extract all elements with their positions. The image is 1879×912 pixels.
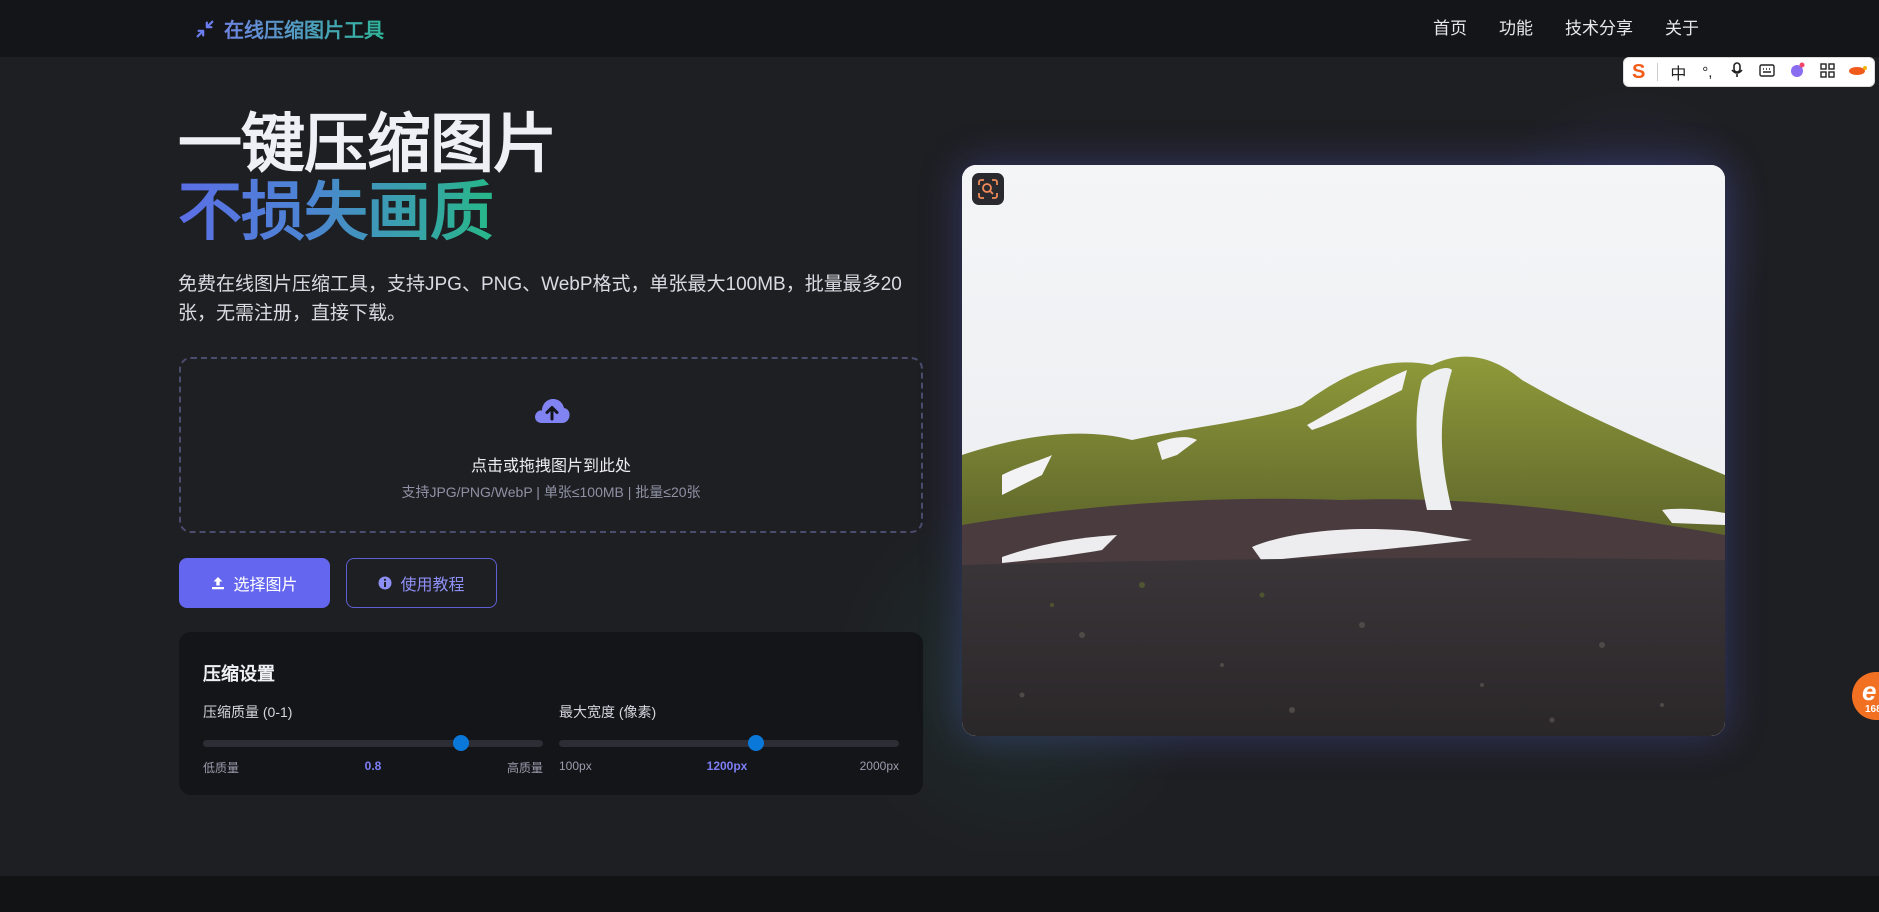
nav-about[interactable]: 关于 (1665, 14, 1699, 39)
hero-description: 免费在线图片压缩工具，支持JPG、PNG、WebP格式，单张最大100MB，批量… (178, 274, 902, 324)
main-nav: 首页 功能 技术分享 关于 (1433, 14, 1699, 39)
compression-settings: 压缩设置 压缩质量 (0-1) 低质量 0.8 高质量 最大宽度 (像素) 10… (179, 632, 923, 795)
badge-number: 168 (1865, 704, 1879, 715)
more-icon[interactable] (1848, 64, 1867, 81)
keyboard-icon[interactable] (1758, 63, 1776, 81)
quality-slider-thumb[interactable] (453, 735, 470, 751)
compress-icon (196, 20, 214, 37)
brand-title: 在线压缩图片工具 (224, 20, 384, 42)
side-floating-badge[interactable]: e 168 (1852, 672, 1879, 720)
badge-logo-icon: e (1862, 676, 1877, 706)
upload-hint: 支持JPG/PNG/WebP | 单张≤100MB | 批量≤20张 (401, 484, 701, 500)
hero-title: 一键压缩图片 (178, 108, 557, 180)
quality-setting: 压缩质量 (0-1) 低质量 0.8 高质量 (203, 702, 543, 775)
microphone-icon[interactable] (1728, 62, 1746, 82)
max-width-label: 最大宽度 (像素) (559, 704, 657, 720)
max-width-setting: 最大宽度 (像素) 100px 1200px 2000px (559, 702, 899, 773)
brand[interactable]: 在线压缩图片工具 (194, 14, 384, 43)
skin-icon[interactable] (1788, 62, 1806, 82)
scan-search-icon (978, 179, 998, 199)
settings-title: 压缩设置 (203, 664, 275, 684)
upload-icon (212, 577, 225, 590)
quality-label: 压缩质量 (0-1) (203, 704, 293, 720)
ime-toolbar: S 中 °, (1623, 57, 1875, 87)
mountain-landscape-image (962, 165, 1725, 736)
max-width-slider-thumb[interactable] (747, 735, 764, 751)
sogou-logo-icon[interactable]: S (1632, 61, 1645, 84)
max-width-slider-track[interactable] (559, 740, 899, 747)
tutorial-label: 使用教程 (400, 577, 465, 594)
ime-mode-toggle[interactable]: 中 (1670, 60, 1686, 84)
grid-icon[interactable] (1818, 62, 1836, 82)
upload-title: 点击或拖拽图片到此处 (470, 458, 631, 475)
quality-min-label: 低质量 (203, 761, 240, 775)
max-width-min-label: 100px (559, 759, 592, 773)
punctuation-icon[interactable]: °, (1698, 64, 1716, 81)
nav-features[interactable]: 功能 (1499, 14, 1533, 39)
nav-tech-share[interactable]: 技术分享 (1565, 14, 1633, 39)
tutorial-button[interactable]: 使用教程 (346, 558, 497, 608)
max-width-value: 1200px (706, 759, 748, 773)
upload-dropzone[interactable]: 点击或拖拽图片到此处 支持JPG/PNG/WebP | 单张≤100MB | 批… (179, 357, 923, 533)
quality-max-label: 高质量 (506, 761, 543, 775)
divider (1657, 63, 1659, 81)
nav-home[interactable]: 首页 (1433, 14, 1467, 39)
image-preview (962, 165, 1725, 736)
select-image-label: 选择图片 (233, 577, 298, 594)
footer-strip (0, 876, 1879, 912)
quality-value: 0.8 (364, 759, 382, 773)
select-image-button[interactable]: 选择图片 (179, 558, 330, 608)
max-width-max-label: 2000px (859, 759, 899, 773)
info-icon (378, 576, 392, 590)
hero-subtitle: 不损失画质 (178, 176, 494, 248)
cloud-upload-icon (535, 399, 570, 423)
quality-slider-track[interactable] (203, 740, 543, 747)
top-header: 在线压缩图片工具 首页 功能 技术分享 关于 (0, 0, 1879, 57)
image-search-button[interactable] (972, 173, 1004, 205)
